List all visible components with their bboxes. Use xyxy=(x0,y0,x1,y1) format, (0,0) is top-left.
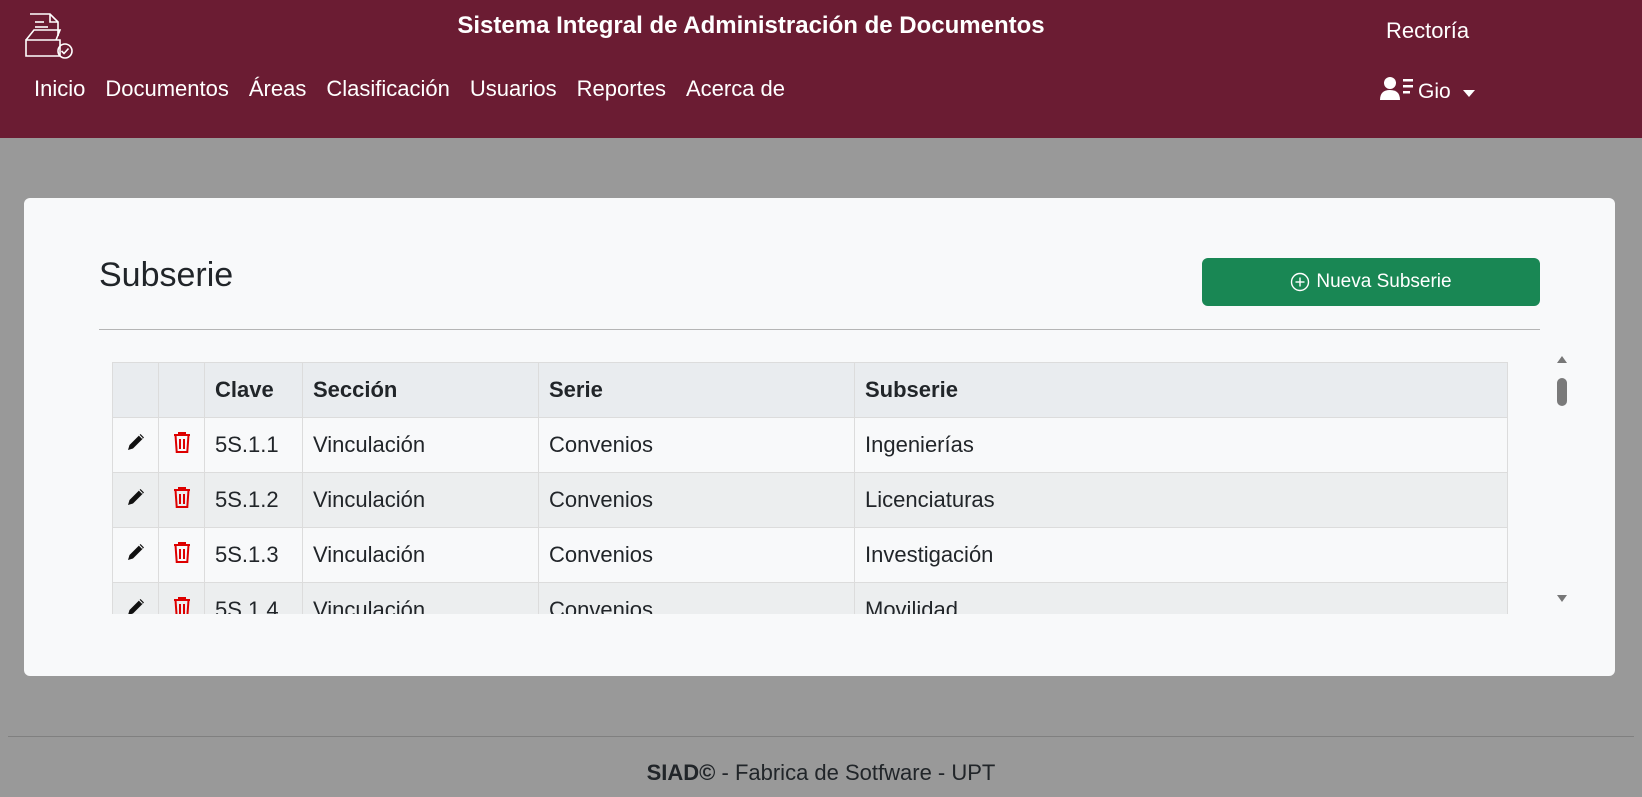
footer-divider xyxy=(8,736,1634,737)
trash-icon[interactable] xyxy=(172,540,192,564)
column-header-serie: Serie xyxy=(538,362,855,418)
column-header-clave: Clave xyxy=(204,362,303,418)
table-row: 5S.1.4 Vinculación Convenios Movilidad xyxy=(112,582,1508,614)
table-row: 5S.1.2 Vinculación Convenios Licenciatur… xyxy=(112,472,1508,528)
cell-clave: 5S.1.2 xyxy=(204,472,303,528)
table-header-row: Clave Sección Serie Subserie xyxy=(112,362,1508,418)
trash-icon[interactable] xyxy=(172,430,192,454)
app-title: Sistema Integral de Administración de Do… xyxy=(457,12,1045,39)
cell-subserie: Licenciaturas xyxy=(854,472,1508,528)
pencil-icon[interactable] xyxy=(125,486,147,508)
nav-clasificacion[interactable]: Clasificación xyxy=(316,76,460,102)
subserie-table: Clave Sección Serie Subserie 5S.1.1 Vinc… xyxy=(112,362,1508,614)
chevron-down-icon xyxy=(1462,89,1475,97)
cell-serie: Convenios xyxy=(538,417,855,473)
department-label: Rectoría xyxy=(1386,18,1470,43)
nav-reportes[interactable]: Reportes xyxy=(567,76,676,102)
scroll-down-arrow-icon[interactable] xyxy=(1557,595,1567,602)
scrollbar-thumb[interactable] xyxy=(1557,378,1567,406)
column-header-delete xyxy=(158,362,205,418)
cell-subserie: Ingenierías xyxy=(854,417,1508,473)
footer: SIAD© - Fabrica de Sotfware - UPT xyxy=(0,760,1642,786)
column-header-seccion: Sección xyxy=(302,362,539,418)
nav-documentos[interactable]: Documentos xyxy=(95,76,239,102)
pencil-icon[interactable] xyxy=(125,541,147,563)
cell-clave: 5S.1.4 xyxy=(204,582,303,614)
plus-circle-icon xyxy=(1290,272,1310,292)
pencil-icon[interactable] xyxy=(125,596,147,614)
cell-serie: Convenios xyxy=(538,527,855,583)
new-subserie-label: Nueva Subserie xyxy=(1316,271,1452,292)
footer-text: - Fabrica de Sotfware - UPT xyxy=(715,760,996,785)
trash-icon[interactable] xyxy=(172,595,192,614)
trash-icon[interactable] xyxy=(172,485,192,509)
cell-seccion: Vinculación xyxy=(302,527,539,583)
nav-areas[interactable]: Áreas xyxy=(239,76,316,102)
user-name: Gio xyxy=(1418,80,1451,103)
table-row: 5S.1.3 Vinculación Convenios Investigaci… xyxy=(112,527,1508,583)
nav-acerca-de[interactable]: Acerca de xyxy=(676,76,795,102)
pencil-icon[interactable] xyxy=(125,431,147,453)
main-nav: Inicio Documentos Áreas Clasificación Us… xyxy=(24,76,795,102)
scroll-up-arrow-icon[interactable] xyxy=(1557,356,1567,363)
new-subserie-button[interactable]: Nueva Subserie xyxy=(1202,258,1540,306)
user-card-icon xyxy=(1380,76,1414,108)
table-row: 5S.1.1 Vinculación Convenios Ingenierías xyxy=(112,417,1508,473)
column-header-edit xyxy=(112,362,159,418)
cell-clave: 5S.1.1 xyxy=(204,417,303,473)
top-navbar: Sistema Integral de Administración de Do… xyxy=(0,0,1642,138)
footer-brand: SIAD© xyxy=(646,760,716,785)
column-header-subserie: Subserie xyxy=(854,362,1508,418)
user-menu-dropdown[interactable]: Gio xyxy=(1380,76,1475,108)
cell-seccion: Vinculación xyxy=(302,417,539,473)
nav-inicio[interactable]: Inicio xyxy=(24,76,95,102)
cell-serie: Convenios xyxy=(538,472,855,528)
cell-seccion: Vinculación xyxy=(302,582,539,614)
subserie-table-container[interactable]: Clave Sección Serie Subserie 5S.1.1 Vinc… xyxy=(112,362,1508,614)
cell-serie: Convenios xyxy=(538,582,855,614)
nav-usuarios[interactable]: Usuarios xyxy=(460,76,567,102)
table-scrollbar[interactable] xyxy=(1554,352,1570,606)
page-title: Subserie xyxy=(99,256,234,294)
cell-subserie: Movilidad xyxy=(854,582,1508,614)
cell-seccion: Vinculación xyxy=(302,472,539,528)
divider xyxy=(99,329,1540,330)
cell-clave: 5S.1.3 xyxy=(204,527,303,583)
cell-subserie: Investigación xyxy=(854,527,1508,583)
content-card: Subserie Nueva Subserie Clave Sección Se… xyxy=(24,198,1615,676)
